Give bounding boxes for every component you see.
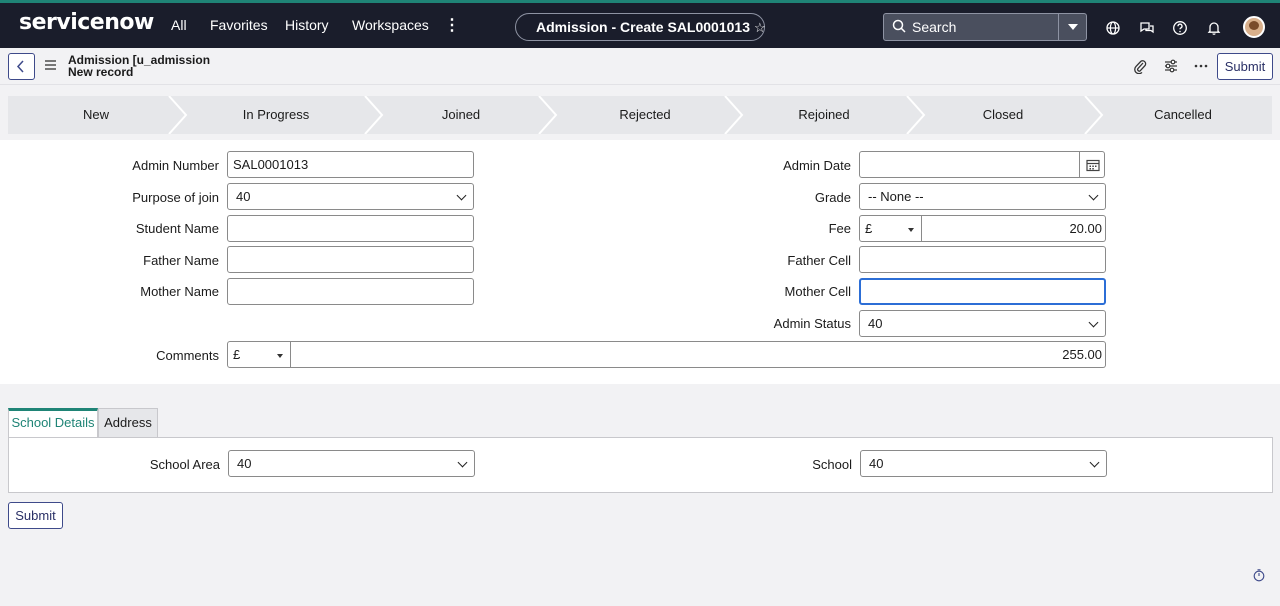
- stage-closed: Closed: [982, 107, 1024, 122]
- comments-label: Comments: [156, 348, 219, 363]
- school-details-panel: School Area 40 School 40: [8, 437, 1273, 493]
- father-cell-label: Father Cell: [787, 253, 851, 268]
- admin-date-field[interactable]: [859, 151, 1080, 178]
- school-area-select[interactable]: 40: [228, 450, 475, 477]
- search-scope-dropdown[interactable]: [1058, 14, 1086, 40]
- stage-rejected: Rejected: [619, 107, 671, 122]
- stage-in-progress: In Progress: [242, 107, 310, 122]
- student-name-field[interactable]: [227, 215, 474, 242]
- father-name-label: Father Name: [143, 253, 219, 268]
- record-title: Admission - Create SAL0001013: [536, 19, 750, 35]
- school-label: School: [812, 457, 852, 472]
- admin-status-label: Admin Status: [773, 316, 851, 331]
- record-title-pill[interactable]: Admission - Create SAL0001013 ☆: [515, 13, 766, 41]
- back-button[interactable]: [8, 53, 35, 80]
- fee-label: Fee: [828, 221, 851, 236]
- nav-favorites[interactable]: Favorites: [210, 17, 268, 33]
- grade-select[interactable]: -- None --: [859, 183, 1106, 210]
- fee-amount-field[interactable]: 20.00: [922, 215, 1106, 242]
- comments-currency-select[interactable]: £: [227, 341, 291, 368]
- stage-rejoined: Rejoined: [798, 107, 850, 122]
- chat-icon[interactable]: [1139, 20, 1155, 36]
- nav-workspaces[interactable]: Workspaces: [352, 17, 429, 33]
- chevron-separator-icon: [1084, 96, 1104, 134]
- mother-cell-field[interactable]: [859, 278, 1106, 305]
- grade-label: Grade: [814, 190, 851, 205]
- globe-icon[interactable]: [1105, 20, 1121, 36]
- response-time-icon[interactable]: [1253, 569, 1265, 582]
- stage-joined: Joined: [441, 107, 481, 122]
- purpose-of-join-label: Purpose of join: [132, 190, 219, 205]
- more-options-icon[interactable]: [1194, 58, 1208, 74]
- chevron-separator-icon: [906, 96, 926, 134]
- admission-form: Admin Number SAL0001013 Purpose of join …: [0, 140, 1280, 384]
- admin-number-label: Admin Number: [132, 158, 219, 173]
- chevron-separator-icon: [724, 96, 744, 134]
- school-select[interactable]: 40: [860, 450, 1107, 477]
- tab-address[interactable]: Address: [98, 408, 158, 438]
- stage-new: New: [82, 107, 109, 122]
- school-area-label: School Area: [149, 457, 220, 472]
- search-icon: [892, 19, 906, 33]
- father-cell-field[interactable]: [859, 246, 1106, 273]
- calendar-icon: [1086, 159, 1100, 172]
- calendar-button[interactable]: [1079, 151, 1105, 178]
- submit-button-top[interactable]: Submit: [1217, 53, 1273, 80]
- purpose-of-join-select[interactable]: 40: [227, 183, 474, 210]
- servicenow-logo[interactable]: servicenow: [19, 10, 154, 35]
- global-search[interactable]: Search: [883, 13, 1087, 41]
- search-placeholder: Search: [912, 19, 957, 35]
- nav-all[interactable]: All: [171, 17, 187, 33]
- mother-name-label: Mother Name: [140, 284, 219, 299]
- comments-amount-field[interactable]: 255.00: [291, 341, 1106, 368]
- mother-cell-label: Mother Cell: [784, 284, 851, 299]
- more-menu-icon[interactable]: ⋮: [444, 15, 460, 35]
- process-flow: New In Progress Joined Rejected Rejoined…: [8, 96, 1272, 134]
- context-menu-icon[interactable]: [45, 60, 56, 70]
- record-status: New record: [68, 65, 134, 79]
- admin-number-field[interactable]: SAL0001013: [227, 151, 474, 178]
- chevron-separator-icon: [538, 96, 558, 134]
- tab-school-details[interactable]: School Details: [8, 408, 98, 438]
- fee-currency-select[interactable]: £: [859, 215, 922, 242]
- admin-date-label: Admin Date: [783, 158, 851, 173]
- notifications-bell-icon[interactable]: [1206, 20, 1222, 36]
- stage-cancelled: Cancelled: [1154, 107, 1212, 122]
- form-header: Admission [u_admission New record Submit: [0, 48, 1280, 85]
- admin-status-select[interactable]: 40: [859, 310, 1106, 337]
- mother-name-field[interactable]: [227, 278, 474, 305]
- chevron-left-icon: [16, 60, 24, 73]
- chevron-separator-icon: [364, 96, 384, 134]
- submit-button-bottom[interactable]: Submit: [8, 502, 63, 529]
- student-name-label: Student Name: [135, 221, 219, 236]
- personalize-form-sliders-icon[interactable]: [1164, 58, 1178, 74]
- attachment-paperclip-icon[interactable]: [1133, 58, 1147, 74]
- top-navigation-bar: servicenow All Favorites History Workspa…: [0, 0, 1280, 48]
- nav-history[interactable]: History: [285, 17, 329, 33]
- user-avatar[interactable]: [1243, 16, 1265, 38]
- father-name-field[interactable]: [227, 246, 474, 273]
- chevron-separator-icon: [168, 96, 188, 134]
- star-icon[interactable]: ☆: [754, 20, 766, 35]
- help-icon[interactable]: [1172, 20, 1188, 36]
